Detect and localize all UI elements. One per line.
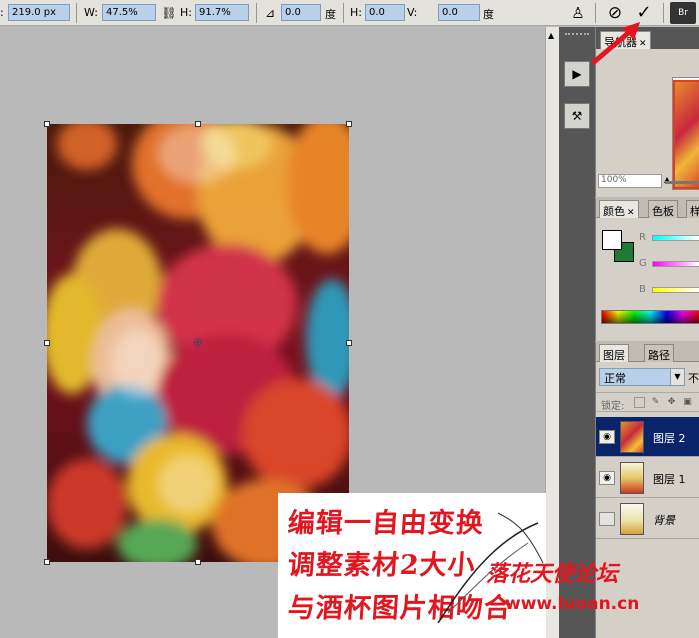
tab-styles[interactable]: 样 xyxy=(686,200,699,218)
link-proportions-icon[interactable]: ⛓ xyxy=(158,2,180,24)
separator xyxy=(76,3,77,23)
scroll-up-icon[interactable]: ▲ xyxy=(548,31,554,40)
skew-h-label: H: xyxy=(350,6,362,19)
lock-pixels-icon[interactable]: ✎ xyxy=(650,397,661,408)
lock-transparency-icon[interactable] xyxy=(634,397,645,408)
layer-row-1[interactable]: ◉ 图层 1 xyxy=(596,458,699,498)
x-label-fragment: : xyxy=(0,6,4,19)
channel-slider-g[interactable] xyxy=(652,261,699,267)
tab-paths-label: 路径 xyxy=(648,349,670,362)
bridge-icon[interactable]: Br xyxy=(670,2,696,24)
layer-row-2[interactable]: ◉ 图层 2 xyxy=(596,417,699,457)
tool-presets-icon[interactable]: ⚒ xyxy=(564,103,590,129)
close-icon[interactable]: ✕ xyxy=(627,208,635,218)
rotate-angle-field[interactable] xyxy=(281,4,321,21)
channel-label-g: G xyxy=(639,258,647,269)
forum-watermark: 落花天使论坛 xyxy=(486,561,619,587)
layer-name[interactable]: 背景 xyxy=(653,512,675,528)
eye-icon[interactable]: ◉ xyxy=(599,430,615,444)
layer-row-background[interactable]: 背景 xyxy=(596,499,699,539)
channel-slider-r[interactable] xyxy=(652,235,699,241)
separator xyxy=(256,3,257,23)
navigator-view-box[interactable] xyxy=(673,80,699,189)
lock-all-icon[interactable]: ▣ xyxy=(682,397,693,408)
layer-thumbnail xyxy=(620,421,644,453)
zoom-slider[interactable] xyxy=(665,181,699,184)
transform-handle-top-left[interactable] xyxy=(44,121,50,127)
foreground-color-swatch[interactable] xyxy=(602,230,622,250)
lock-row: 锁定: ✎ ✥ ▣ xyxy=(596,392,699,412)
transform-handle-top[interactable] xyxy=(195,121,201,127)
channel-label-b: B xyxy=(639,284,646,295)
tab-swatches[interactable]: 色板 xyxy=(648,200,678,218)
eye-off-icon[interactable] xyxy=(599,512,615,526)
lock-position-icon[interactable]: ✥ xyxy=(666,397,677,408)
layer-name[interactable]: 图层 1 xyxy=(653,471,686,487)
color-panel: 颜色 ✕ 色板 样 R G B xyxy=(595,198,699,341)
skew-h-field[interactable] xyxy=(365,4,405,21)
channel-label-r: R xyxy=(639,232,646,243)
blend-mode-value: 正常 xyxy=(604,372,626,385)
panel-dock: ▶ ⚒ xyxy=(559,27,595,638)
dock-grip[interactable] xyxy=(565,33,589,39)
angle-unit: 度 xyxy=(325,8,336,21)
separator xyxy=(343,3,344,23)
tab-color-label: 颜色 xyxy=(603,205,625,218)
tab-styles-label: 样 xyxy=(690,205,699,218)
transform-handle-top-right[interactable] xyxy=(346,121,352,127)
width-label: W: xyxy=(84,6,98,19)
transform-handle-bottom-left[interactable] xyxy=(44,559,50,565)
layer-thumbnail xyxy=(620,503,644,535)
tab-paths[interactable]: 路径 xyxy=(644,344,674,362)
color-spectrum[interactable] xyxy=(601,310,699,324)
color-tabrow: 颜色 ✕ 色板 样 xyxy=(596,198,699,218)
chevron-down-icon[interactable]: ▼ xyxy=(670,369,684,385)
forum-url: www.luoan.cn xyxy=(505,594,640,614)
tab-layers[interactable]: 图层 xyxy=(599,344,629,362)
height-field[interactable] xyxy=(195,4,249,21)
actions-panel-icon[interactable]: ▶ xyxy=(564,61,590,87)
annotation-arrow xyxy=(591,22,640,65)
opacity-label: 不 xyxy=(688,372,699,385)
transform-center-icon[interactable]: ⊕ xyxy=(192,336,204,348)
separator xyxy=(663,3,664,23)
tab-color[interactable]: 颜色 ✕ xyxy=(599,200,639,218)
tab-layers-label: 图层 xyxy=(603,349,625,362)
transform-handle-bottom[interactable] xyxy=(195,559,201,565)
blend-mode-select[interactable]: 正常 ▼ xyxy=(599,368,685,386)
x-position-field[interactable] xyxy=(8,4,70,21)
lock-label: 锁定: xyxy=(601,401,625,412)
transform-handle-left[interactable] xyxy=(44,340,50,346)
skew-v-field[interactable] xyxy=(438,4,480,21)
warp-mode-icon[interactable]: ♙ xyxy=(567,2,589,24)
skew-v-label: V: xyxy=(407,6,418,19)
transform-handle-right[interactable] xyxy=(346,340,352,346)
height-label: H: xyxy=(180,6,192,19)
layers-tabrow: 图层 路径 xyxy=(596,342,699,362)
channel-slider-b[interactable] xyxy=(652,287,699,293)
tab-swatches-label: 色板 xyxy=(652,205,674,218)
navigator-thumbnail[interactable] xyxy=(672,77,699,190)
eye-icon[interactable]: ◉ xyxy=(599,471,615,485)
width-field[interactable] xyxy=(102,4,156,21)
layer-name[interactable]: 图层 2 xyxy=(653,430,686,446)
rotate-angle-icon: ⊿ xyxy=(264,6,276,20)
skew-unit: 度 xyxy=(483,8,494,21)
zoom-field[interactable]: 100% xyxy=(598,174,662,188)
layer-thumbnail xyxy=(620,462,644,494)
